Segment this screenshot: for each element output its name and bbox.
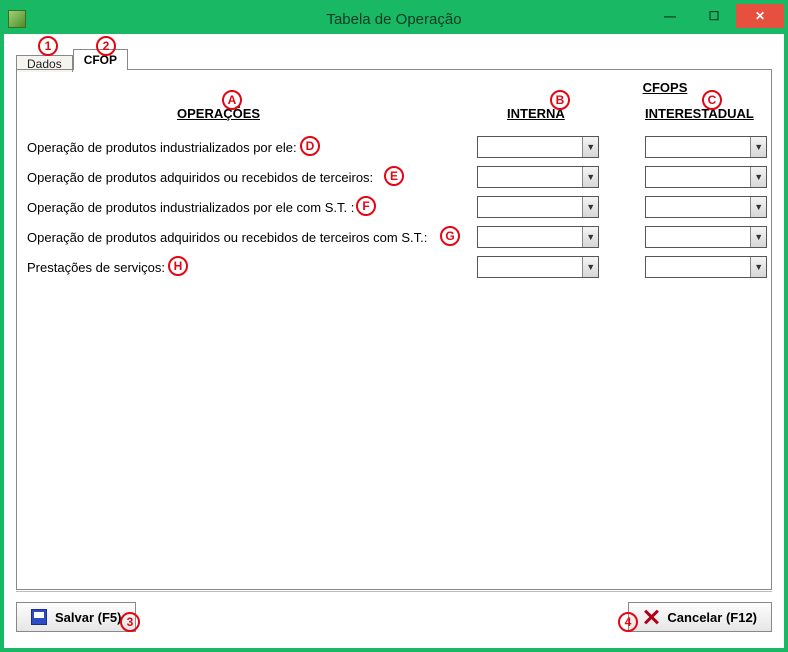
combo-input[interactable] [646,137,750,157]
minimize-button[interactable]: — [648,4,692,28]
header-operacoes: OPERAÇÕES [177,106,260,121]
combo-interna-0[interactable]: ▼ [477,136,599,158]
combo-input[interactable] [646,197,750,217]
chevron-down-icon[interactable]: ▼ [750,137,766,157]
chevron-down-icon[interactable]: ▼ [750,227,766,247]
row-op-industrializados-st: Operação de produtos industrializados po… [27,192,761,222]
combo-interna-4[interactable]: ▼ [477,256,599,278]
combo-interna-1[interactable]: ▼ [477,166,599,188]
row-op-industrializados: Operação de produtos industrializados po… [27,132,761,162]
tab-border [16,69,772,70]
app-window: Tabela de Operação — ☐ ✕ Dados CFOP CFOP… [0,0,788,652]
combo-interna-3[interactable]: ▼ [477,226,599,248]
footer: Salvar (F5) Cancelar (F12) [16,598,772,636]
chevron-down-icon[interactable]: ▼ [582,197,598,217]
combo-inter-2[interactable]: ▼ [645,196,767,218]
chevron-down-icon[interactable]: ▼ [582,137,598,157]
row-label: Operação de produtos adquiridos ou receb… [27,230,427,245]
combo-input[interactable] [478,197,582,217]
chevron-down-icon[interactable]: ▼ [750,197,766,217]
combo-inter-3[interactable]: ▼ [645,226,767,248]
cancel-button[interactable]: Cancelar (F12) [628,602,772,632]
save-label: Salvar (F5) [55,610,121,625]
header-cfops: CFOPS [565,80,765,95]
combo-input[interactable] [478,227,582,247]
rows-container: Operação de produtos industrializados po… [27,132,761,282]
chevron-down-icon[interactable]: ▼ [582,167,598,187]
maximize-button[interactable]: ☐ [692,4,736,28]
chevron-down-icon[interactable]: ▼ [750,257,766,277]
tab-cfop[interactable]: CFOP [73,49,128,70]
close-button[interactable]: ✕ [736,4,784,28]
row-label: Prestações de serviços: [27,260,165,275]
row-op-adquiridos-st: Operação de produtos adquiridos ou receb… [27,222,761,252]
row-prestacoes: Prestações de serviços: ▼ ▼ [27,252,761,282]
chevron-down-icon[interactable]: ▼ [582,257,598,277]
tab-content: CFOPS OPERAÇÕES INTERNA INTERESTADUAL Op… [16,70,772,590]
combo-input[interactable] [478,137,582,157]
client-area: Dados CFOP CFOPS OPERAÇÕES INTERNA INTER… [8,38,780,644]
save-button[interactable]: Salvar (F5) [16,602,136,632]
save-icon [31,609,47,625]
column-headers: OPERAÇÕES INTERNA INTERESTADUAL [27,106,761,126]
combo-input[interactable] [646,257,750,277]
combo-input[interactable] [478,257,582,277]
titlebar: Tabela de Operação — ☐ ✕ [4,4,784,34]
chevron-down-icon[interactable]: ▼ [750,167,766,187]
combo-inter-0[interactable]: ▼ [645,136,767,158]
row-op-adquiridos: Operação de produtos adquiridos ou receb… [27,162,761,192]
combo-input[interactable] [646,227,750,247]
combo-input[interactable] [646,167,750,187]
window-controls: — ☐ ✕ [648,4,784,28]
header-interestadual: INTERESTADUAL [645,106,754,121]
separator [16,591,772,592]
chevron-down-icon[interactable]: ▼ [582,227,598,247]
combo-interna-2[interactable]: ▼ [477,196,599,218]
combo-inter-4[interactable]: ▼ [645,256,767,278]
combo-input[interactable] [478,167,582,187]
row-label: Operação de produtos adquiridos ou receb… [27,170,373,185]
header-interna: INTERNA [507,106,565,121]
cancel-label: Cancelar (F12) [667,610,757,625]
tab-strip: Dados CFOP [16,46,128,70]
combo-inter-1[interactable]: ▼ [645,166,767,188]
cancel-icon [643,609,659,625]
row-label: Operação de produtos industrializados po… [27,200,354,215]
row-label: Operação de produtos industrializados po… [27,140,297,155]
